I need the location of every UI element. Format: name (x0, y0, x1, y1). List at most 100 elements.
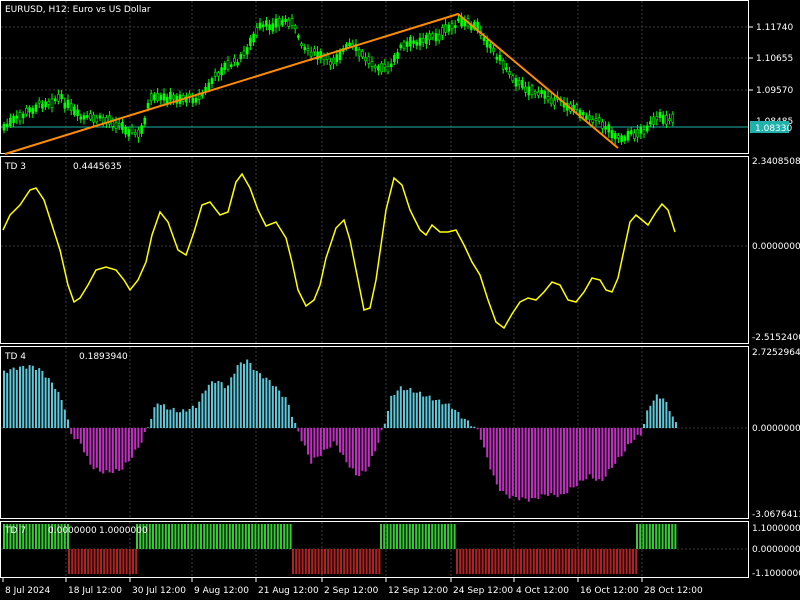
td4-bar (473, 426, 476, 428)
td7-bar (84, 549, 86, 574)
td3-indicator-pane[interactable]: TD 3 0.4445635 (2, 162, 676, 330)
candle-body (124, 126, 127, 135)
td7-bar (280, 524, 282, 549)
td7-bar (244, 524, 247, 549)
td7-bar (228, 524, 231, 549)
candle-body (204, 86, 207, 92)
td7-bar (375, 549, 378, 574)
td7-bar (603, 549, 606, 574)
td4-bar (495, 428, 498, 485)
td7-bar (526, 549, 529, 574)
td4-bar (636, 428, 639, 435)
td4-bar (89, 428, 92, 465)
candle-body (111, 121, 115, 127)
td4-bar (169, 409, 172, 428)
td7-bar (378, 549, 381, 574)
td4-bar (620, 428, 623, 457)
td4-bar (92, 428, 95, 470)
td7-bar (260, 524, 263, 549)
candle-body (380, 63, 383, 73)
td7-bar (639, 524, 642, 549)
td7-bar (431, 524, 434, 549)
td7-bar (625, 549, 628, 574)
td4-bar (355, 428, 357, 476)
td7-bar (327, 549, 330, 574)
td4-bar (553, 428, 556, 496)
td4-bar (284, 397, 287, 428)
candle-body (117, 123, 121, 127)
td4-bar (166, 409, 169, 428)
price-axis[interactable]: 1.11740 1.10655 1.09570 1.08485 1.08330 … (749, 23, 800, 579)
candle-body (415, 41, 419, 46)
td4-bar (175, 412, 178, 428)
td7-bar (112, 549, 115, 574)
td4-bar (639, 428, 642, 436)
td7-bar (196, 524, 199, 549)
td7-bar (276, 524, 279, 549)
candle-body (57, 94, 60, 102)
candle-body (521, 80, 524, 88)
candle-body (505, 67, 508, 71)
td7-bar (539, 549, 542, 574)
td7-bar (383, 524, 386, 549)
candle-body (453, 25, 457, 29)
td4-bar (601, 428, 604, 481)
td4-bar (415, 392, 418, 428)
trading-chart[interactable]: EURUSD, H12: Euro vs US Dollar TD 3 0.44… (0, 0, 800, 600)
candle-body (284, 18, 287, 23)
td7-bar (456, 549, 458, 574)
td4-bar (271, 386, 274, 428)
candle-body (543, 91, 547, 99)
td7-bar (523, 549, 526, 574)
td7-bar (283, 524, 286, 549)
td7-bar (545, 549, 548, 574)
candle-body (114, 122, 118, 129)
candle-body (41, 103, 44, 109)
td4-bar (428, 395, 431, 428)
td4-bar (287, 404, 290, 428)
candle-body (9, 117, 12, 126)
td4-indicator-pane[interactable]: TD 4 0.1893940 (3, 352, 677, 502)
td7-bar (609, 549, 612, 574)
candle-body (210, 78, 214, 84)
td4-bar (380, 428, 383, 431)
td7-bar (440, 524, 443, 549)
td4-bar (588, 428, 591, 475)
time-label: 16 Oct 12:00 (580, 586, 639, 596)
td7-bar (536, 549, 538, 574)
candle-body (617, 135, 620, 139)
td4-bar (579, 428, 581, 481)
candle-body (98, 115, 102, 119)
td4-bar (233, 373, 236, 428)
candle-body (629, 130, 633, 135)
td7-bar (35, 524, 37, 549)
td4-bar (214, 382, 217, 428)
candle-body (245, 47, 249, 55)
candle-body (172, 94, 175, 100)
td7-bar (491, 549, 494, 574)
td7-bar (529, 549, 532, 574)
td7-indicator-pane[interactable]: TD 7 0.0000000 1.0000000 (3, 524, 677, 574)
td4-bar (102, 428, 105, 474)
td7-bar (222, 524, 225, 549)
td7-bar (447, 524, 450, 549)
td4-bar (95, 428, 98, 468)
td7-bar (304, 549, 307, 574)
td3-pane-frame (0, 156, 749, 344)
time-axis[interactable]: 8 Jul 2024 18 Jul 12:00 30 Jul 12:00 9 Aug … (2, 578, 703, 596)
td7-bar (580, 549, 583, 574)
candle-body (223, 62, 227, 70)
td4-bar (115, 428, 117, 470)
td4-bar (479, 428, 482, 440)
td7-tick-top: 1.1000000 (752, 524, 800, 534)
td7-bar (264, 524, 266, 549)
td7-bar (174, 524, 177, 549)
candle-body (428, 33, 431, 40)
td4-bar (182, 409, 185, 428)
td4-tick-top: 2.7252964 (752, 348, 800, 358)
candle-body (293, 25, 297, 29)
td7-bar (587, 549, 590, 574)
candle-body (431, 33, 435, 38)
td4-bar (323, 428, 325, 450)
td4-bar (51, 382, 53, 428)
